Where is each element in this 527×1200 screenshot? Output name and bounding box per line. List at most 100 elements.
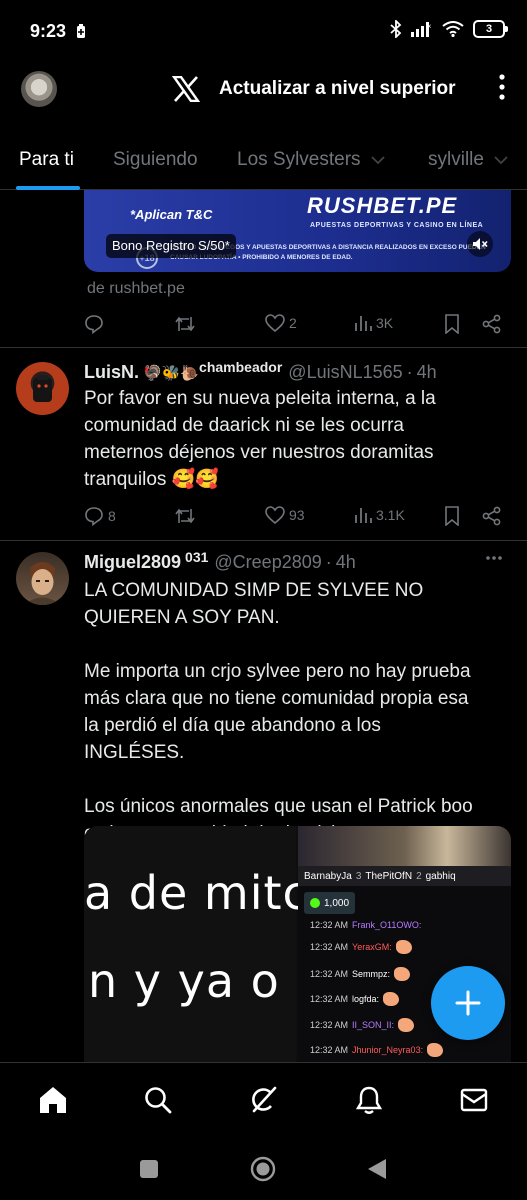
reaction-icon (395, 940, 412, 954)
reply-icon (84, 314, 104, 334)
tab-sylville[interactable]: sylville (428, 149, 508, 171)
media-caption-line: n y ya o (88, 954, 280, 1008)
author-name[interactable]: LuisN. (84, 362, 139, 383)
separator-dot: · (406, 362, 413, 382)
donor-bar: BarnabyJa 3 ThePitOfN 2 gabhiq (298, 866, 511, 886)
views-count: 3K (376, 315, 394, 331)
media-left-image: a de mitc n y ya o (84, 826, 308, 1062)
chat-row: 12:32 AM Semmpz: (310, 967, 411, 981)
repost-icon (174, 506, 196, 526)
avatar[interactable] (16, 362, 69, 415)
views-icon (354, 506, 372, 524)
tweet-time[interactable]: 4h (336, 552, 356, 573)
tweet-text: Por favor en su nueva peleita interna, a… (84, 388, 436, 490)
back-icon[interactable] (367, 1158, 387, 1180)
ad-brand-subtitle: APUESTAS DEPORTIVAS Y CASINO EN LÍNEA (310, 222, 484, 229)
more-vertical-icon[interactable] (499, 74, 505, 100)
timeline-tabs: Para ti Siguiendo Los Sylvesters sylvill… (0, 138, 527, 190)
chat-row: 12:32 AM Jhunior_Neyra03: (310, 1043, 444, 1057)
bookmark-button[interactable] (444, 314, 460, 334)
name-suffix: chambeador (199, 359, 283, 375)
tab-siguiendo[interactable]: Siguiendo (113, 149, 198, 171)
profile-avatar[interactable] (21, 71, 57, 107)
heart-icon (265, 506, 285, 524)
signal-icon: x (411, 21, 433, 37)
ad-brand-logo: RUSHBET.PE (307, 193, 458, 218)
tweet-header: LuisN. 🦃🐝🐌 chambeador @LuisNL1565 · 4h (84, 359, 437, 383)
views-icon (354, 314, 372, 332)
notifications-icon[interactable] (354, 1085, 384, 1115)
plus-icon (455, 990, 481, 1016)
battery-level: 3 (485, 23, 493, 35)
share-button[interactable] (482, 506, 502, 526)
share-icon (482, 314, 502, 334)
like-button[interactable]: 93 (265, 506, 305, 524)
share-button[interactable] (482, 314, 502, 334)
search-icon[interactable] (143, 1085, 173, 1115)
bookmark-icon (444, 314, 460, 334)
reply-button[interactable]: 8 (84, 506, 116, 526)
x-logo-icon (172, 76, 200, 102)
views-button[interactable]: 3K (354, 314, 393, 332)
status-time: 9:23 (30, 21, 67, 41)
messages-icon[interactable] (459, 1085, 489, 1115)
chat-row: 12:32 AM logfda: (310, 992, 400, 1006)
bottom-nav (0, 1062, 527, 1138)
tab-los-sylvesters[interactable]: Los Sylvesters (237, 149, 385, 171)
chat-row: 12:32 AM Frank_O11OWO: (310, 920, 422, 930)
name-emoji-icons: 🦃🐝🐌 (143, 365, 200, 382)
tab-para-ti[interactable]: Para ti (19, 149, 74, 171)
home-circle-icon[interactable] (250, 1156, 276, 1182)
ad-terms: *Aplican T&C (130, 207, 213, 222)
like-button[interactable]: 2 (265, 314, 297, 332)
views-count: 3.1K (376, 507, 405, 523)
reaction-icon (394, 967, 411, 981)
like-count: 93 (289, 507, 305, 523)
repost-button[interactable] (174, 506, 200, 526)
reply-count: 8 (108, 508, 116, 524)
reaction-icon (383, 992, 400, 1006)
mute-icon[interactable] (467, 231, 493, 257)
grok-icon[interactable] (248, 1085, 278, 1115)
ad-caption-pill: Bono Registro S/50* (106, 234, 236, 258)
compose-button[interactable] (431, 966, 505, 1040)
author-handle[interactable]: @LuisNL1565 (288, 362, 402, 383)
active-tab-indicator (16, 186, 80, 190)
tweet-action-bar: 8 93 3.1K (84, 506, 504, 530)
promoted-ad-media[interactable]: *Aplican T&C RUSHBET.PE APUESTAS DEPORTI… (84, 190, 511, 272)
media-caption-line: a de mitc (84, 866, 309, 920)
coin-counter: 1,000 (304, 892, 356, 914)
avatar[interactable] (16, 552, 69, 605)
top-header: Actualizar a nivel superior (0, 64, 527, 116)
system-navigation-bar (0, 1138, 527, 1200)
like-count: 2 (289, 315, 297, 331)
svg-text:x: x (428, 24, 431, 30)
repost-button[interactable] (174, 314, 200, 334)
reaction-icon (427, 1043, 444, 1057)
heart-icon (265, 314, 285, 332)
tweet-header: Miguel2809 031 @Creep2809 · 4h (84, 549, 356, 573)
bookmark-icon (444, 506, 460, 526)
battery-saver-icon (76, 24, 86, 39)
bookmark-button[interactable] (444, 506, 460, 526)
author-handle[interactable]: @Creep2809 (214, 552, 321, 573)
chevron-down-icon (370, 155, 385, 165)
separator-dot: · (325, 552, 332, 572)
author-name[interactable]: Miguel2809 (84, 552, 181, 573)
share-icon (482, 506, 502, 526)
views-button[interactable]: 3.1K (354, 506, 405, 524)
ad-source-link[interactable]: de rushbet.pe (87, 280, 185, 298)
home-icon[interactable] (38, 1085, 68, 1115)
reply-button[interactable] (84, 314, 108, 334)
recents-icon[interactable] (139, 1159, 159, 1179)
upgrade-button[interactable]: Actualizar a nivel superior (219, 78, 456, 100)
battery-icon: 3 (473, 20, 508, 38)
bluetooth-icon (390, 20, 402, 38)
chat-row: 12:32 AM YeraxGM: (310, 940, 412, 954)
tweet-time[interactable]: 4h (417, 362, 437, 383)
more-options-icon[interactable] (486, 556, 502, 560)
divider (0, 540, 527, 541)
tweet-text: LA COMUNIDAD SIMP DE SYLVEE NO QUIEREN A… (84, 580, 473, 844)
name-suffix: 031 (185, 549, 209, 565)
wifi-icon (442, 21, 464, 37)
